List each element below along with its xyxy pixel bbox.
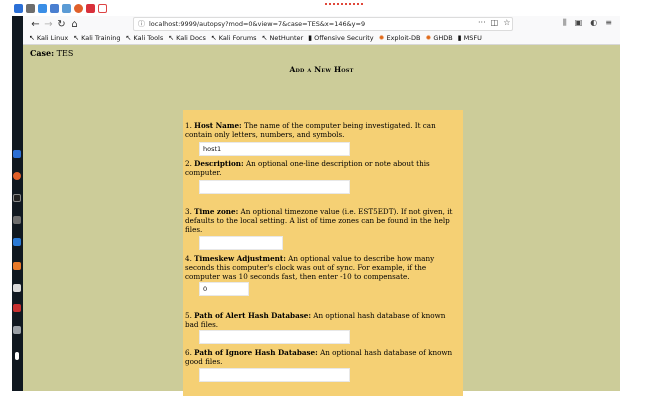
chart-icon[interactable] (62, 3, 71, 13)
url-bar[interactable]: ⓘ localhost:9999/autopsy?mod=0&view=7&ca… (133, 17, 513, 31)
dock-tool-icon[interactable] (13, 304, 21, 312)
bookmark-kali-linux[interactable]: ↖ Kali Linux (29, 34, 68, 42)
bookmark-kali-tools[interactable]: ↖ Kali Tools (126, 34, 164, 42)
case-label: Case: (30, 48, 55, 58)
dock-metasploit-icon[interactable] (13, 238, 21, 246)
timeskew-label: Timeskew Adjustment: (194, 254, 286, 263)
dock-files-icon[interactable] (13, 216, 21, 224)
left-dock-edge (0, 16, 12, 419)
case-indicator: Case: TES (30, 48, 73, 58)
kali-icon: ↖ (210, 34, 217, 42)
case-value: TES (56, 49, 74, 58)
dock-arrow-icon[interactable] (13, 284, 21, 292)
bookmark-kali-forums[interactable]: ↖ Kali Forums (211, 34, 257, 42)
forward-icon[interactable]: → (42, 18, 55, 31)
firefox-icon[interactable] (74, 3, 83, 13)
exploitdb-icon: ✹ (378, 34, 385, 42)
document-icon[interactable] (98, 3, 107, 13)
top-taskbar (0, 0, 130, 16)
url-bar-actions: ··· ◫ ☆ (478, 18, 510, 27)
bookmark-nethunter[interactable]: ↖ NetHunter (262, 34, 304, 42)
time-zone-section: 3. Time zone: An optional timezone value… (185, 207, 453, 234)
dock-burp-icon[interactable] (13, 262, 21, 270)
ignore-hash-section: 6. Path of Ignore Hash Database: An opti… (185, 348, 453, 366)
shield-icon[interactable] (86, 3, 95, 13)
timeskew-input[interactable]: 0 (199, 282, 249, 296)
page-content: Case: TES Add a New Host 1. Host Name: T… (23, 45, 620, 396)
host-name-input[interactable]: host1 (199, 142, 350, 156)
bookmark-msfu[interactable]: ▮ MSFU (458, 34, 482, 42)
description-label: Description: (194, 159, 244, 168)
browser-window: ← → ↻ ⌂ ⓘ localhost:9999/autopsy?mod=0&v… (23, 16, 620, 396)
home-icon[interactable]: ⌂ (68, 18, 81, 31)
apps-icon[interactable] (50, 3, 59, 13)
offsec-icon: ▮ (308, 34, 313, 42)
settings-icon[interactable] (26, 3, 35, 13)
ignore-hash-label: Path of Ignore Hash Database: (194, 348, 318, 357)
kali-menu-icon[interactable] (14, 3, 23, 13)
bookmark-offensive-security[interactable]: ▮ Offensive Security (308, 34, 373, 42)
bookmarks-toolbar: ↖ Kali Linux ↖ Kali Training ↖ Kali Tools ↖… (23, 32, 620, 45)
library-icon[interactable]: ⫼ (563, 18, 567, 28)
sidebar-icon[interactable]: ▣ (575, 18, 583, 28)
dock-app-icon[interactable] (13, 150, 21, 158)
bookmark-star-icon[interactable]: ☆ (503, 18, 510, 27)
alert-hash-label: Path of Alert Hash Database: (194, 311, 311, 320)
description-input[interactable] (199, 180, 350, 194)
offsec-icon: ▮ (457, 34, 462, 42)
exploitdb-icon: ✹ (425, 34, 432, 42)
desktop-screen: ← → ↻ ⌂ ⓘ localhost:9999/autopsy?mod=0&v… (0, 0, 661, 419)
host-name-section: 1. Host Name: The name of the computer b… (185, 121, 436, 139)
kali-icon: ↖ (168, 34, 175, 42)
extension-icon[interactable]: ◐ (590, 18, 597, 28)
kali-icon: ↖ (261, 34, 268, 42)
dock-terminal-icon[interactable] (13, 194, 21, 202)
dock-apps-grid-icon[interactable] (15, 352, 19, 360)
new-host-form: 1. Host Name: The name of the computer b… (183, 110, 463, 396)
timeskew-section: 4. Timeskew Adjustment: An optional valu… (185, 254, 435, 281)
back-icon[interactable]: ← (29, 18, 42, 31)
pocket-icon[interactable]: ◫ (491, 18, 499, 27)
kali-icon: ↖ (29, 34, 35, 42)
toolbar-actions: ⫼ ▣ ◐ ≡ (563, 18, 612, 28)
host-name-label: Host Name: (194, 121, 242, 130)
decorative-squiggle (325, 0, 363, 5)
reload-icon[interactable]: ↻ (55, 18, 68, 31)
alert-hash-section: 5. Path of Alert Hash Database: An optio… (185, 311, 446, 329)
time-zone-input[interactable] (199, 236, 283, 250)
alert-hash-input[interactable] (199, 330, 350, 344)
kali-icon: ↖ (125, 34, 132, 42)
bookmark-kali-docs[interactable]: ↖ Kali Docs (168, 34, 206, 42)
page-title: Add a New Host (289, 65, 354, 74)
description-section: 2. Description: An optional one-line des… (185, 159, 430, 177)
url-text[interactable]: localhost:9999/autopsy?mod=0&view=7&case… (149, 20, 365, 28)
ignore-hash-input[interactable] (199, 368, 350, 382)
navigation-toolbar: ← → ↻ ⌂ ⓘ localhost:9999/autopsy?mod=0&v… (23, 16, 620, 32)
bookmark-ghdb[interactable]: ✹ GHDB (426, 34, 453, 42)
bookmark-exploit-db[interactable]: ✹ Exploit-DB (379, 34, 421, 42)
dock-firefox-icon[interactable] (13, 172, 21, 180)
dock-trash-icon[interactable] (13, 326, 21, 334)
more-icon[interactable]: ··· (478, 18, 486, 27)
site-info-icon[interactable]: ⓘ (138, 19, 145, 29)
menu-icon[interactable]: ≡ (605, 18, 612, 28)
bookmark-kali-training[interactable]: ↖ Kali Training (73, 34, 120, 42)
time-zone-label: Time zone: (194, 207, 239, 216)
left-dock (12, 16, 23, 391)
kali-icon: ↖ (73, 34, 80, 42)
refresh-icon[interactable] (38, 3, 47, 13)
